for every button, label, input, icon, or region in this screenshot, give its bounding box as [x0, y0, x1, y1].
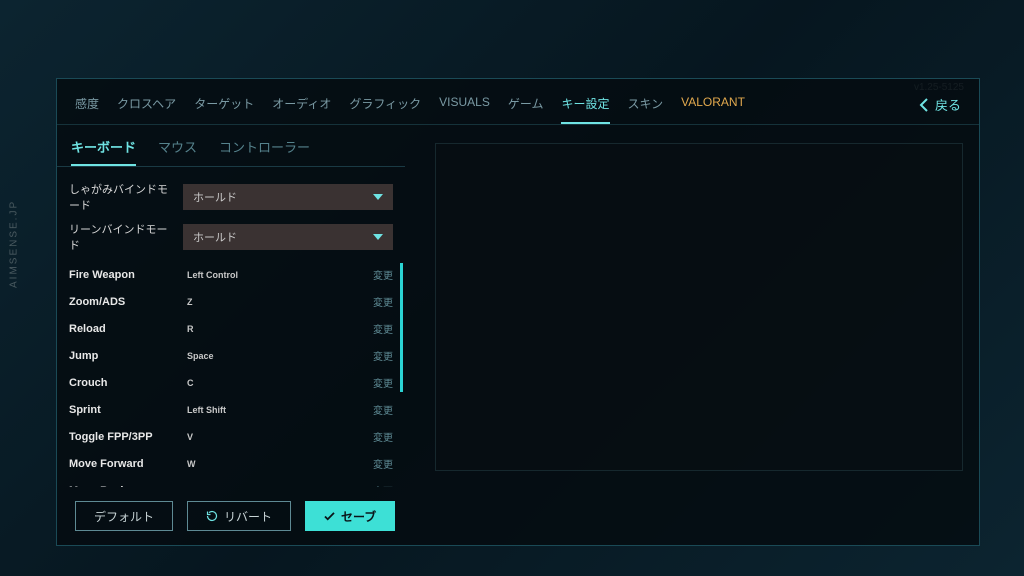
change-button[interactable]: 変更 — [373, 456, 393, 471]
sub-tabs: キーボードマウスコントローラー — [57, 125, 405, 167]
binding-action: Sprint — [69, 404, 177, 416]
chevron-down-icon — [373, 234, 383, 240]
change-button[interactable]: 変更 — [373, 429, 393, 444]
dropdown-value: ホールド — [193, 229, 237, 245]
preview-pane — [435, 143, 963, 471]
sub-tab-0[interactable]: キーボード — [71, 137, 136, 166]
mode-label: しゃがみバインドモード — [69, 181, 173, 213]
content-area: キーボードマウスコントローラー しゃがみバインドモードホールドリーンバインドモー… — [57, 125, 979, 487]
revert-icon — [206, 510, 218, 522]
left-column: キーボードマウスコントローラー しゃがみバインドモードホールドリーンバインドモー… — [57, 125, 405, 487]
binding-key: R — [187, 324, 363, 334]
binding-key: S — [187, 486, 363, 488]
chevron-left-icon — [919, 98, 929, 112]
change-button[interactable]: 変更 — [373, 483, 393, 487]
binding-row: Zoom/ADS Z 変更 — [57, 288, 405, 315]
watermark-text: AIMSENSE.JP — [9, 200, 20, 288]
scrollbar[interactable] — [400, 263, 403, 485]
binding-action: Reload — [69, 323, 177, 335]
binding-row: Fire Weapon Left Control 変更 — [57, 261, 405, 288]
main-tab-8[interactable]: スキン — [628, 95, 664, 124]
back-button[interactable]: 戻る — [919, 95, 961, 124]
back-label: 戻る — [935, 95, 961, 114]
binding-row: Sprint Left Shift 変更 — [57, 396, 405, 423]
binding-key: Z — [187, 297, 363, 307]
mode-row-1: リーンバインドモード ホールド — [57, 217, 405, 257]
binding-action: Zoom/ADS — [69, 296, 177, 308]
binding-row: Jump Space 変更 — [57, 342, 405, 369]
bindings-list: Fire WeaponLeft Control変更Zoom/ADSZ変更Relo… — [57, 261, 405, 487]
main-tab-5[interactable]: VISUALS — [439, 95, 490, 124]
binding-action: Move Forward — [69, 458, 177, 470]
binding-row: Move Back S 変更 — [57, 477, 405, 487]
binding-row: Reload R 変更 — [57, 315, 405, 342]
default-button[interactable]: デフォルト — [75, 501, 173, 531]
binding-action: Fire Weapon — [69, 269, 177, 281]
mode-label: リーンバインドモード — [69, 221, 173, 253]
revert-label: リバート — [224, 508, 272, 525]
top-bar: 感度クロスヘアターゲットオーディオグラフィック VISUALS ゲームキー設定スキン… — [57, 79, 979, 125]
change-button[interactable]: 変更 — [373, 267, 393, 282]
scroll-thumb[interactable] — [400, 263, 403, 392]
main-tab-7[interactable]: キー設定 — [561, 95, 609, 124]
save-label: セーブ — [341, 508, 376, 525]
binding-row: Crouch C 変更 — [57, 369, 405, 396]
binding-key: Space — [187, 351, 363, 361]
binding-action: Crouch — [69, 377, 177, 389]
revert-button[interactable]: リバート — [187, 501, 291, 531]
binding-key: C — [187, 378, 363, 388]
main-tab-0[interactable]: 感度 — [75, 95, 99, 124]
bind-mode-section: しゃがみバインドモードホールドリーンバインドモードホールド — [57, 167, 405, 261]
footer-buttons: デフォルト リバート セーブ — [57, 487, 979, 545]
main-tab-2[interactable]: ターゲット — [194, 95, 254, 124]
default-label: デフォルト — [94, 508, 154, 525]
binding-action: Move Back — [69, 485, 177, 488]
binding-key: V — [187, 432, 363, 442]
sub-tab-1[interactable]: マウス — [158, 137, 197, 166]
main-tab-3[interactable]: オーディオ — [272, 95, 331, 124]
sub-tab-2[interactable]: コントローラー — [219, 137, 310, 166]
main-tabs: 感度クロスヘアターゲットオーディオグラフィック VISUALS ゲームキー設定スキン… — [75, 95, 919, 124]
save-button[interactable]: セーブ — [305, 501, 395, 531]
change-button[interactable]: 変更 — [373, 348, 393, 363]
main-tab-9[interactable]: VALORANT — [681, 95, 745, 124]
change-button[interactable]: 変更 — [373, 294, 393, 309]
change-button[interactable]: 変更 — [373, 375, 393, 390]
change-button[interactable]: 変更 — [373, 402, 393, 417]
binding-key: Left Control — [187, 270, 363, 280]
main-tab-1[interactable]: クロスヘア — [117, 95, 176, 124]
binding-key: Left Shift — [187, 405, 363, 415]
main-tab-6[interactable]: ゲーム — [508, 95, 544, 124]
binding-action: Toggle FPP/3PP — [69, 431, 177, 443]
mode-dropdown[interactable]: ホールド — [183, 224, 393, 250]
binding-key: W — [187, 459, 363, 469]
mode-dropdown[interactable]: ホールド — [183, 184, 393, 210]
main-tab-4[interactable]: グラフィック — [349, 95, 421, 124]
check-icon — [324, 512, 335, 521]
binding-action: Jump — [69, 350, 177, 362]
mode-row-0: しゃがみバインドモード ホールド — [57, 177, 405, 217]
binding-row: Toggle FPP/3PP V 変更 — [57, 423, 405, 450]
settings-panel: 感度クロスヘアターゲットオーディオグラフィック VISUALS ゲームキー設定スキン… — [56, 78, 980, 546]
change-button[interactable]: 変更 — [373, 321, 393, 336]
dropdown-value: ホールド — [193, 189, 237, 205]
binding-row: Move Forward W 変更 — [57, 450, 405, 477]
chevron-down-icon — [373, 194, 383, 200]
